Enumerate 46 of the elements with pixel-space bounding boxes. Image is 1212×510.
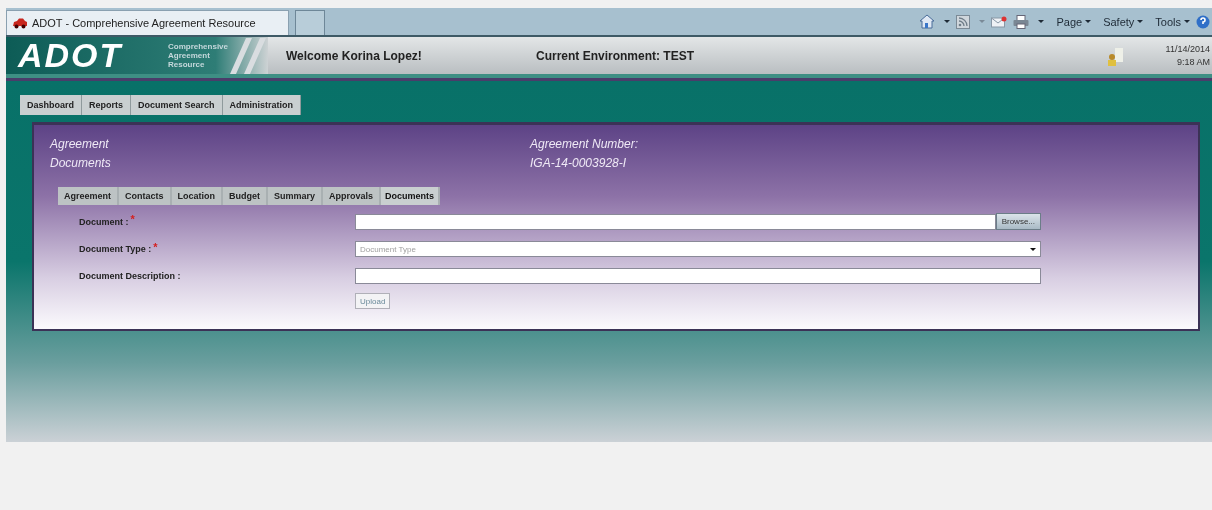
file-field[interactable] xyxy=(355,213,996,230)
slash-drawing xyxy=(228,37,268,74)
caret-icon[interactable] xyxy=(1038,20,1045,23)
nav-tab[interactable]: Dashboard xyxy=(20,95,82,115)
browser-tab[interactable]: ADOT - Comprehensive Agreement Resource xyxy=(6,10,289,35)
page-title: Agreement xyxy=(50,136,110,153)
logo-subtitle: Comprehensive xyxy=(168,42,228,51)
logo: ADOT xyxy=(18,36,124,75)
nav-tab[interactable]: Administration xyxy=(222,95,302,115)
required-marker: * xyxy=(153,241,158,253)
section-tab[interactable]: Contacts xyxy=(119,187,172,205)
new-tab-button[interactable] xyxy=(295,10,325,35)
mail-icon[interactable] xyxy=(991,15,1008,28)
field-label: Document : xyxy=(79,216,129,227)
logo-subtitle: Agreement xyxy=(168,51,211,60)
command-menu[interactable]: Tools xyxy=(1155,15,1190,28)
feed-icon[interactable] xyxy=(956,14,971,29)
section-tab[interactable]: Budget xyxy=(223,187,269,205)
section-tab[interactable]: Approvals xyxy=(323,187,382,205)
nav-tab[interactable]: Reports xyxy=(82,95,132,115)
agreement-label: Agreement Number: xyxy=(530,136,639,153)
date-text: 11/14/2014 xyxy=(1165,42,1210,56)
page-title: Documents xyxy=(50,155,112,172)
field-label: Document Description : xyxy=(79,271,181,281)
command-menu[interactable]: Safety xyxy=(1103,15,1144,28)
environment-text: Current Environment: TEST xyxy=(536,48,694,63)
home-icon[interactable] xyxy=(919,14,936,29)
command-menu[interactable]: Page xyxy=(1056,15,1092,28)
help-icon[interactable] xyxy=(1196,14,1210,29)
browse-button[interactable]: Browse... xyxy=(995,213,1041,230)
nav-tab[interactable]: Document Search xyxy=(131,95,223,115)
printer-icon[interactable] xyxy=(1013,14,1030,29)
section-tab[interactable]: Agreement xyxy=(58,187,119,205)
section-tab[interactable]: Location xyxy=(171,187,224,205)
required-marker: * xyxy=(130,213,135,225)
agreement-number: IGA-14-0003928-I xyxy=(530,155,628,172)
car-icon xyxy=(12,17,28,29)
field-label: Document Type : xyxy=(79,244,152,254)
section-tab[interactable]: Documents xyxy=(381,187,441,205)
upload-button[interactable]: Upload xyxy=(355,293,391,309)
caret-icon[interactable] xyxy=(944,20,951,23)
description-field[interactable] xyxy=(355,268,1041,284)
time-text: 9:18 AM xyxy=(1176,55,1210,69)
logo-subtitle: Resource xyxy=(168,60,206,69)
welcome-text: Welcome Korina Lopez! xyxy=(286,48,423,63)
section-tab[interactable]: Summary xyxy=(268,187,324,205)
